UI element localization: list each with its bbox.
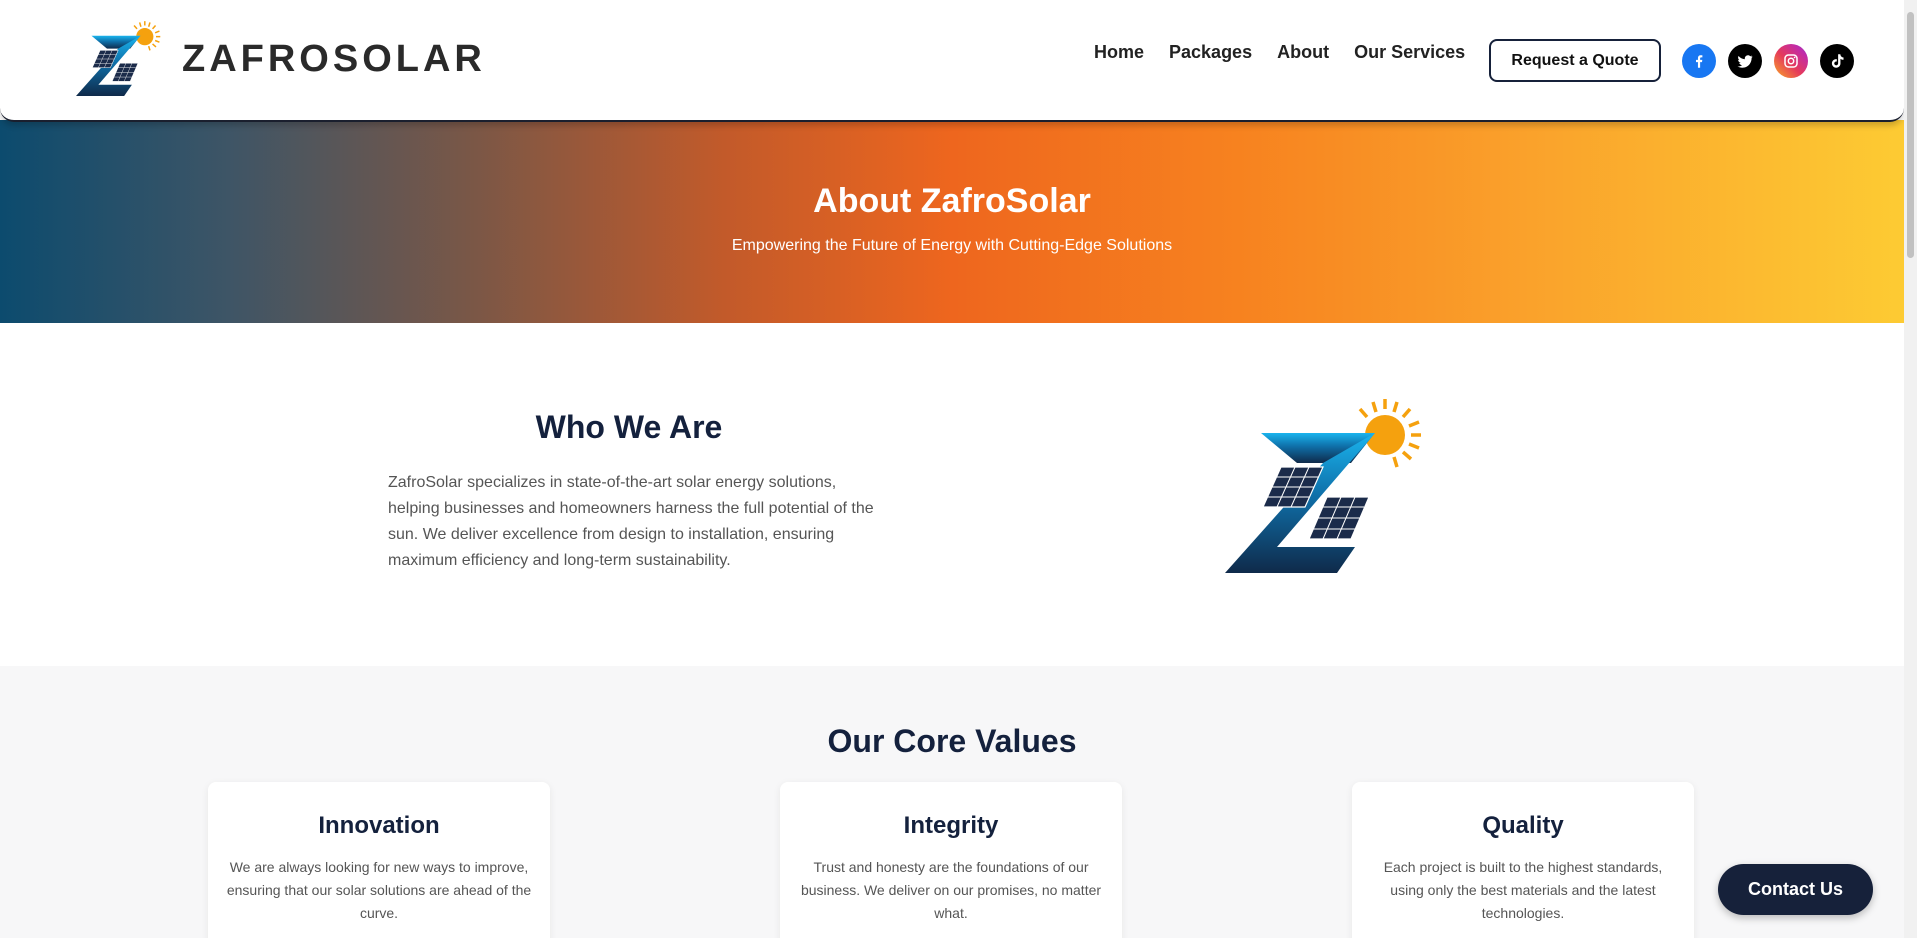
hero-banner: About ZafroSolar Empowering the Future o… [0, 120, 1904, 323]
brand[interactable]: ZAFROSOLAR [76, 20, 486, 98]
request-quote-button[interactable]: Request a Quote [1489, 39, 1661, 82]
main-nav: Home Packages About Our Services [1094, 42, 1490, 63]
hero-title: About ZafroSolar [813, 182, 1091, 220]
value-card-text: Trust and honesty are the foundations of… [800, 859, 1102, 921]
who-we-are-body: ZafroSolar specializes in state-of-the-a… [388, 474, 874, 569]
hero-subtitle: Empowering the Future of Energy with Cut… [731, 237, 1173, 254]
nav-home[interactable]: Home [1094, 42, 1144, 63]
value-card-text: We are always looking for new ways to im… [226, 859, 532, 921]
zafrosolar-large-logo-icon [1224, 397, 1426, 577]
page-scrollbar[interactable] [1904, 0, 1917, 938]
social-links [1682, 44, 1854, 78]
core-values-section: Our Core Values Innovation We are always… [0, 666, 1904, 938]
core-values-title: Our Core Values [827, 723, 1077, 759]
value-card-text: Each project is built to the highest sta… [1383, 859, 1663, 921]
nav-our-services[interactable]: Our Services [1354, 42, 1465, 63]
nav-packages[interactable]: Packages [1169, 42, 1252, 63]
value-card-title: Quality [1482, 812, 1564, 839]
nav-about[interactable]: About [1277, 42, 1329, 63]
contact-us-button[interactable]: Contact Us [1718, 864, 1873, 915]
who-we-are-title: Who We Are [535, 409, 723, 445]
value-card-innovation: Innovation We are always looking for new… [208, 782, 550, 938]
instagram-icon[interactable] [1774, 44, 1808, 78]
who-we-are-section: Who We Are ZafroSolar specializes in sta… [0, 323, 1904, 666]
zafrosolar-logo-icon [76, 20, 162, 98]
value-card-title: Integrity [903, 812, 999, 839]
who-we-are-text: Who We Are ZafroSolar specializes in sta… [388, 409, 888, 574]
value-card-integrity: Integrity Trust and honesty are the foun… [780, 782, 1122, 938]
value-card-title: Innovation [318, 812, 440, 839]
tiktok-icon[interactable] [1820, 44, 1854, 78]
brand-name: ZAFROSOLAR [182, 37, 486, 80]
site-header: ZAFROSOLAR Home Packages About Our Servi… [0, 0, 1904, 122]
scrollbar-thumb[interactable] [1907, 12, 1914, 258]
facebook-icon[interactable] [1682, 44, 1716, 78]
value-card-quality: Quality Each project is built to the hig… [1352, 782, 1694, 938]
twitter-icon[interactable] [1728, 44, 1762, 78]
